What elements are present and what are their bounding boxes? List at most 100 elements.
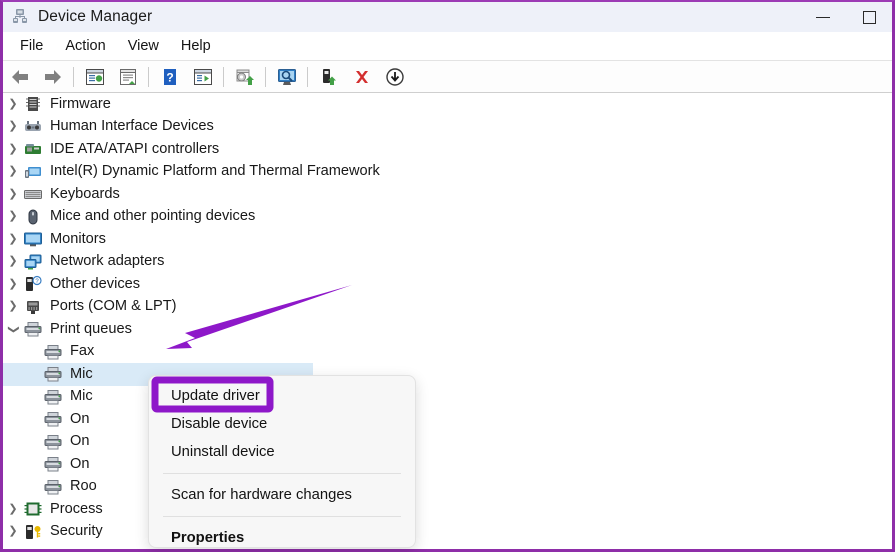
tree-item-label: Ports (COM & LPT) <box>50 298 177 315</box>
chevron-right-icon[interactable]: ❯ <box>3 188 23 200</box>
chevron-right-icon[interactable]: ❯ <box>3 143 23 155</box>
tree-item-fax[interactable]: Fax <box>3 341 892 364</box>
chevron-right-icon[interactable]: ❯ <box>3 233 23 245</box>
context-menu-properties[interactable]: Properties <box>149 524 415 547</box>
back-icon[interactable] <box>5 62 34 91</box>
tree-item-intel-dynamic-platform-and-thermal-framework[interactable]: ❯ Intel(R) Dynamic Platform and Thermal … <box>3 161 892 184</box>
tree-item-print-queues[interactable]: ❯ Print queues <box>3 318 892 341</box>
window-controls <box>800 2 892 32</box>
tree-item-label: Network adapters <box>50 253 165 270</box>
thermal-framework-icon <box>23 163 43 181</box>
chevron-right-icon[interactable]: ❯ <box>3 278 23 290</box>
context-menu-uninstall-device[interactable]: Uninstall device <box>149 438 415 466</box>
toolbar-separator <box>223 66 224 87</box>
processor-icon <box>23 500 43 518</box>
context-menu-disable-device[interactable]: Disable device <box>149 410 415 438</box>
tree-item-processors[interactable]: ❯ Process <box>3 498 892 521</box>
tree-item-other-devices[interactable]: ❯ ? Other devices <box>3 273 892 296</box>
network-adapter-icon <box>23 253 43 271</box>
chevron-right-icon[interactable]: ❯ <box>3 526 23 537</box>
chevron-right-icon[interactable]: ❯ <box>3 256 23 267</box>
context-menu-item-label: Update driver <box>171 388 260 404</box>
chevron-right-icon[interactable]: ❯ <box>3 98 23 110</box>
minimize-button[interactable] <box>800 2 846 32</box>
tree-item-printer[interactable]: On <box>3 453 892 476</box>
context-menu-item-label: Scan for hardware changes <box>171 487 352 503</box>
update-driver-icon[interactable] <box>230 62 259 91</box>
maximize-button[interactable] <box>846 2 892 32</box>
context-menu-update-driver[interactable]: Update driver <box>149 382 415 410</box>
tree-item-label: Monitors <box>50 230 106 247</box>
tree-item-label: Firmware <box>50 95 111 112</box>
tree-item-label: Human Interface Devices <box>50 118 214 135</box>
printer-icon <box>43 478 63 496</box>
tree-item-security-devices[interactable]: ❯ Security <box>3 521 892 544</box>
printer-icon <box>23 320 43 338</box>
printer-icon <box>43 410 63 428</box>
monitor-icon <box>23 230 43 248</box>
forward-icon[interactable] <box>38 62 67 91</box>
tree-item-firmware[interactable]: ❯ Firmware <box>3 93 892 116</box>
tree-item-label: Mic <box>70 388 93 405</box>
tree-item-label: Roo <box>70 478 97 495</box>
device-manager-window: Device Manager File Action View Help ? ❯… <box>0 0 895 552</box>
chevron-right-icon[interactable]: ❯ <box>3 503 23 515</box>
add-device-icon[interactable] <box>314 62 343 91</box>
print-icon[interactable] <box>113 62 142 91</box>
scan-for-hardware-changes-icon[interactable] <box>272 62 301 91</box>
tree-item-label: Keyboards <box>50 185 120 202</box>
toolbar-separator <box>73 66 74 87</box>
menu-bar: File Action View Help <box>3 32 892 60</box>
menu-help[interactable]: Help <box>170 35 222 57</box>
toolbar: ? <box>3 60 892 93</box>
tree-item-label: Print queues <box>50 320 132 337</box>
menu-action[interactable]: Action <box>54 35 116 57</box>
show-hidden-devices-icon[interactable] <box>188 62 217 91</box>
tree-item-label: IDE ATA/ATAPI controllers <box>50 140 220 157</box>
menu-file[interactable]: File <box>9 35 54 57</box>
toolbar-separator <box>265 66 266 87</box>
maximize-icon <box>862 10 876 24</box>
tree-item-label: On <box>70 455 90 472</box>
menu-view[interactable]: View <box>117 35 170 57</box>
tree-item-keyboards[interactable]: ❯ Keyboards <box>3 183 892 206</box>
tree-item-printer[interactable]: Mic <box>3 386 892 409</box>
context-menu-item-label: Disable device <box>171 416 268 432</box>
help-icon[interactable]: ? <box>155 62 184 91</box>
context-menu-separator <box>163 473 401 474</box>
other-devices-icon: ? <box>23 275 43 293</box>
chevron-right-icon[interactable]: ❯ <box>3 166 23 177</box>
tree-item-printer[interactable]: On <box>3 408 892 431</box>
tree-item-label: On <box>70 433 90 450</box>
context-menu-scan-for-hardware-changes[interactable]: Scan for hardware changes <box>149 481 415 509</box>
mouse-icon <box>23 208 43 226</box>
uninstall-device-icon[interactable] <box>347 62 376 91</box>
printer-icon <box>43 388 63 406</box>
chevron-right-icon[interactable]: ❯ <box>3 211 23 222</box>
tree-item-label: Fax <box>70 343 95 360</box>
printer-icon <box>43 365 63 383</box>
toolbar-separator <box>307 66 308 87</box>
tree-item-printer[interactable]: On <box>3 431 892 454</box>
chevron-right-icon[interactable]: ❯ <box>3 121 23 132</box>
context-menu-item-label: Uninstall device <box>171 444 275 460</box>
tree-item-mice-and-other-pointing-devices[interactable]: ❯ Mice and other pointing devices <box>3 206 892 229</box>
hid-icon <box>23 118 43 136</box>
tree-item-monitors[interactable]: ❯ Monitors <box>3 228 892 251</box>
chevron-down-icon[interactable]: ❯ <box>8 319 20 339</box>
svg-text:?: ? <box>166 70 173 84</box>
tree-item-label: On <box>70 410 90 427</box>
tree-item-ports-com-lpt[interactable]: ❯ Ports (COM & LPT) <box>3 296 892 319</box>
tree-item-network-adapters[interactable]: ❯ Network adapters <box>3 251 892 274</box>
disable-device-icon[interactable] <box>380 62 409 91</box>
tree-item-human-interface-devices[interactable]: ❯ Human Interface Devices <box>3 116 892 139</box>
tree-item-label: Other devices <box>50 275 141 292</box>
context-menu[interactable]: Update driver Disable device Uninstall d… <box>148 375 416 548</box>
printer-icon <box>43 433 63 451</box>
tree-item-ide-ata-atapi-controllers[interactable]: ❯ IDE ATA/ATAPI controllers <box>3 138 892 161</box>
port-icon <box>23 298 43 316</box>
tree-item-printer[interactable]: Roo <box>3 476 892 499</box>
chevron-right-icon[interactable]: ❯ <box>3 301 23 312</box>
properties-icon[interactable] <box>80 62 109 91</box>
device-tree[interactable]: ❯ Firmware ❯ Human Interface Devices ❯ I… <box>3 93 892 549</box>
